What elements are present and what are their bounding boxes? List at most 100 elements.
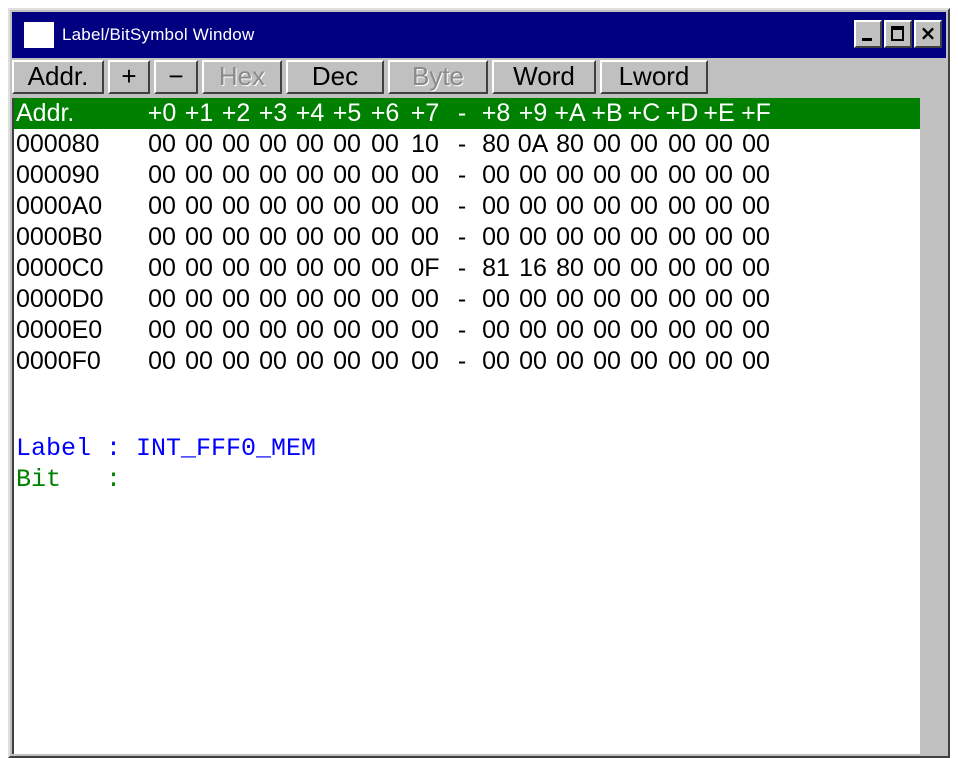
byte-cell[interactable]: 80 [479,129,513,160]
addr-button[interactable]: Addr. [12,60,104,94]
separator[interactable]: - [445,191,479,222]
byte-cell[interactable]: 00 [739,160,773,191]
byte-cell[interactable]: 00 [665,315,699,346]
byte-cell[interactable]: 00 [182,284,216,315]
byte-cell[interactable]: 00 [368,253,402,284]
byte-cell[interactable]: 00 [627,129,661,160]
byte-cell[interactable]: 00 [182,191,216,222]
byte-cell[interactable]: 00 [145,253,179,284]
row-address[interactable]: 000090 [16,160,99,191]
byte-cell[interactable]: 00 [553,191,587,222]
hex-button[interactable]: Hex [202,60,282,94]
byte-cell[interactable]: 00 [256,284,290,315]
byte-cell[interactable]: 00 [702,284,736,315]
byte-cell[interactable]: 00 [293,284,327,315]
byte-cell[interactable]: 00 [702,160,736,191]
dump-row[interactable]: 0000C0 00 00 00 00 00 00 00 0F -81 16 80 00 00 00 00 00 [14,253,920,284]
byte-cell[interactable]: 00 [627,346,661,377]
byte-cell[interactable]: 00 [368,191,402,222]
row-address[interactable]: 0000C0 [16,253,104,284]
byte-cell[interactable]: 00 [479,160,513,191]
byte-cell[interactable]: 00 [702,253,736,284]
byte-cell[interactable]: 00 [182,315,216,346]
byte-cell[interactable]: 00 [627,222,661,253]
separator[interactable]: - [445,253,479,284]
byte-cell[interactable]: 00 [590,222,624,253]
byte-cell[interactable]: 00 [408,191,442,222]
byte-cell[interactable]: 00 [516,346,550,377]
byte-cell[interactable]: 00 [256,191,290,222]
byte-cell[interactable]: 00 [408,160,442,191]
byte-cell[interactable]: 00 [665,129,699,160]
byte-cell[interactable]: 00 [627,315,661,346]
byte-cell[interactable]: 00 [368,315,402,346]
row-address[interactable]: 0000F0 [16,346,101,377]
byte-cell[interactable]: 00 [553,346,587,377]
byte-cell[interactable]: 00 [330,191,364,222]
byte-cell[interactable]: 00 [665,191,699,222]
byte-cell[interactable]: 00 [368,222,402,253]
byte-cell[interactable]: 00 [665,284,699,315]
byte-cell[interactable]: 0A [516,129,550,160]
byte-cell[interactable]: 00 [553,284,587,315]
row-address[interactable]: 0000D0 [16,284,104,315]
byte-cell[interactable]: 00 [256,160,290,191]
byte-cell[interactable]: 00 [256,346,290,377]
byte-cell[interactable]: 00 [330,284,364,315]
byte-cell[interactable]: 00 [665,222,699,253]
byte-cell[interactable]: 00 [256,253,290,284]
row-address[interactable]: 0000E0 [16,315,102,346]
byte-cell[interactable]: 81 [479,253,513,284]
byte-cell[interactable]: 00 [368,346,402,377]
byte-cell[interactable]: 00 [293,346,327,377]
byte-cell[interactable]: 00 [665,160,699,191]
separator[interactable]: - [445,315,479,346]
byte-cell[interactable]: 00 [516,315,550,346]
byte-cell[interactable]: 80 [553,129,587,160]
byte-cell[interactable]: 00 [330,222,364,253]
byte-cell[interactable]: 00 [627,191,661,222]
byte-cell[interactable]: 00 [516,160,550,191]
byte-cell[interactable]: 16 [516,253,550,284]
byte-cell[interactable]: 00 [590,315,624,346]
byte-cell[interactable]: 00 [219,284,253,315]
byte-cell[interactable]: 00 [219,222,253,253]
separator[interactable]: - [445,346,479,377]
byte-cell[interactable]: 00 [256,222,290,253]
byte-cell[interactable]: 00 [590,160,624,191]
byte-cell[interactable]: 00 [182,346,216,377]
byte-cell[interactable]: 00 [182,222,216,253]
byte-cell[interactable]: 00 [590,191,624,222]
byte-cell[interactable]: 00 [479,346,513,377]
byte-cell[interactable]: 00 [739,222,773,253]
byte-cell[interactable]: 00 [627,253,661,284]
byte-cell[interactable]: 00 [219,346,253,377]
byte-cell[interactable]: 00 [293,315,327,346]
byte-cell[interactable]: 00 [665,346,699,377]
byte-cell[interactable]: 00 [739,315,773,346]
byte-cell[interactable]: 00 [739,191,773,222]
byte-cell[interactable]: 00 [330,346,364,377]
byte-cell[interactable]: 00 [256,129,290,160]
word-button[interactable]: Word [492,60,596,94]
byte-cell[interactable]: 00 [330,160,364,191]
row-address[interactable]: 000080 [16,129,99,160]
separator[interactable]: - [445,160,479,191]
minus-button[interactable]: − [154,60,198,94]
byte-cell[interactable]: 00 [219,315,253,346]
byte-cell[interactable]: 00 [479,191,513,222]
byte-cell[interactable]: 00 [739,129,773,160]
byte-cell[interactable]: 00 [219,191,253,222]
dump-row[interactable]: 0000F0 00 00 00 00 00 00 00 00-00 00 00 00 00 00 00 00 [14,346,920,377]
byte-cell[interactable]: 00 [182,253,216,284]
maximize-icon[interactable] [884,20,912,48]
byte-cell[interactable]: 00 [702,222,736,253]
byte-cell[interactable]: 00 [219,160,253,191]
byte-cell[interactable]: 00 [182,129,216,160]
byte-cell[interactable]: 00 [293,129,327,160]
byte-cell[interactable]: 00 [702,129,736,160]
separator[interactable]: - [445,222,479,253]
separator[interactable]: - [445,129,479,160]
byte-cell[interactable]: 00 [516,284,550,315]
byte-cell[interactable]: 00 [145,191,179,222]
